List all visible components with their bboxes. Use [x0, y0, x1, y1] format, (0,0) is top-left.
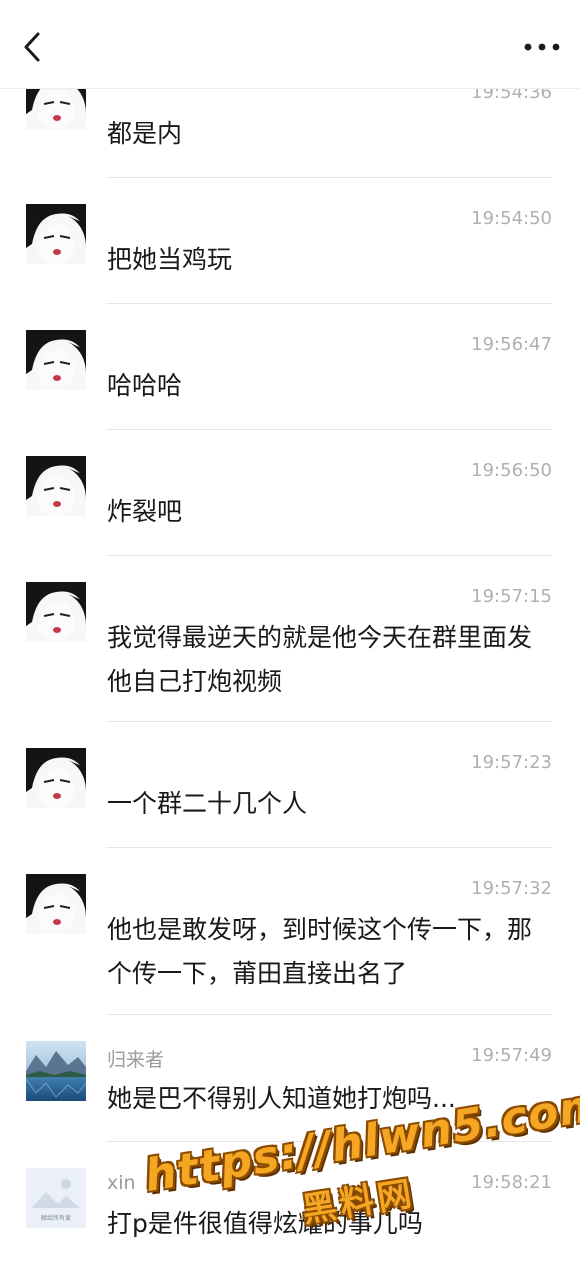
message-text[interactable]: 炸裂吧	[107, 490, 537, 534]
message-text[interactable]: 她是巴不得别人知道她打炮吗...	[107, 1077, 537, 1121]
divider	[106, 555, 552, 556]
divider	[106, 1141, 552, 1142]
message-text[interactable]: 把她当鸡玩	[107, 238, 537, 282]
divider	[106, 1014, 552, 1015]
message-text[interactable]: 都是内	[107, 112, 537, 156]
avatar[interactable]	[26, 204, 86, 264]
avatar[interactable]	[26, 874, 86, 934]
divider	[106, 303, 552, 304]
lake-landscape-avatar-image	[26, 1041, 86, 1101]
avatar[interactable]	[26, 1041, 86, 1101]
message-text[interactable]: 我觉得最逆天的就是他今天在群里面发他自己打炮视频	[107, 616, 537, 704]
sender-name: xin	[107, 1172, 136, 1194]
message-timestamp: 19:57:23	[471, 752, 552, 773]
top-navigation-bar	[0, 0, 580, 89]
chat-message-list[interactable]: 19:54:36 都是内 19:54:50 把她当鸡玩 19:56:47 哈哈哈…	[0, 0, 580, 1277]
divider	[106, 721, 552, 722]
anime-girl-avatar-image	[26, 582, 86, 642]
back-button[interactable]	[16, 26, 52, 68]
message-text[interactable]: 打p是件很值得炫耀的事儿吗	[107, 1202, 537, 1246]
avatar-caption: 献给所有爱	[40, 1215, 71, 1222]
anime-girl-avatar-image	[26, 874, 86, 934]
avatar[interactable]	[26, 456, 86, 516]
avatar[interactable]: 献给所有爱	[26, 1168, 86, 1228]
chevron-left-icon	[24, 32, 40, 62]
message-timestamp: 19:54:50	[471, 208, 552, 229]
anime-girl-avatar-image	[26, 456, 86, 516]
anime-girl-avatar-image	[26, 748, 86, 808]
message-timestamp: 19:56:47	[471, 334, 552, 355]
message-timestamp: 19:57:49	[471, 1045, 552, 1066]
avatar[interactable]	[26, 582, 86, 642]
message-text[interactable]: 一个群二十几个人	[107, 782, 537, 826]
message-timestamp: 19:58:21	[471, 1172, 552, 1193]
sender-name: 归来者	[107, 1049, 165, 1071]
more-horizontal-icon	[524, 43, 560, 51]
message-timestamp: 19:56:50	[471, 460, 552, 481]
message-text[interactable]: 他也是敢发呀，到时候这个传一下，那个传一下，莆田直接出名了	[107, 908, 537, 996]
message-timestamp: 19:57:15	[471, 586, 552, 607]
divider	[106, 177, 552, 178]
avatar[interactable]	[26, 748, 86, 808]
anime-girl-avatar-image	[26, 204, 86, 264]
divider	[106, 847, 552, 848]
more-options-button[interactable]	[522, 30, 562, 64]
divider	[106, 429, 552, 430]
anime-girl-avatar-image	[26, 330, 86, 390]
message-text[interactable]: 哈哈哈	[107, 364, 537, 408]
message-timestamp: 19:57:32	[471, 878, 552, 899]
avatar[interactable]	[26, 330, 86, 390]
